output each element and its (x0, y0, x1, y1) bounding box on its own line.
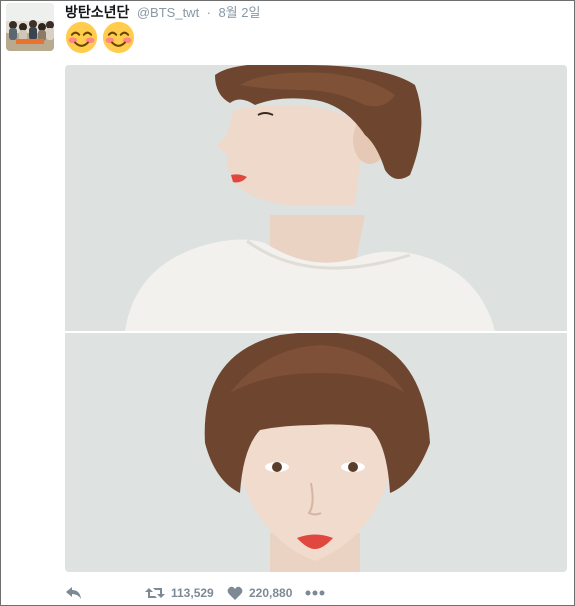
reply-button[interactable] (65, 583, 83, 603)
avatar-group-photo (6, 3, 54, 51)
avatar[interactable] (6, 3, 54, 51)
like-button[interactable]: 220,880 (227, 583, 292, 603)
more-icon (305, 590, 325, 596)
timestamp[interactable]: 8월 2일 (218, 5, 260, 20)
retweet-count: 113,529 (171, 586, 214, 600)
smiling-face-emoji-icon (102, 21, 135, 54)
tweet-card: 방탄소년단 @BTS_twt · 8월 2일 113,529 220,880 (0, 0, 575, 606)
smiling-face-emoji-icon (65, 21, 98, 54)
separator-dot: · (206, 5, 211, 20)
tweet-text (65, 21, 139, 54)
like-count: 220,880 (249, 586, 293, 600)
tweet-header: 방탄소년단 @BTS_twt · 8월 2일 (65, 3, 260, 21)
reply-icon (65, 585, 83, 601)
photo-front[interactable] (65, 333, 567, 572)
more-button[interactable] (305, 583, 325, 603)
display-name[interactable]: 방탄소년단 (65, 4, 129, 20)
retweet-icon (145, 585, 165, 601)
photo-profile[interactable] (65, 65, 567, 331)
heart-icon (227, 586, 243, 601)
user-handle[interactable]: @BTS_twt (137, 5, 199, 20)
retweet-button[interactable]: 113,529 (145, 583, 214, 603)
media-container[interactable] (65, 65, 567, 572)
